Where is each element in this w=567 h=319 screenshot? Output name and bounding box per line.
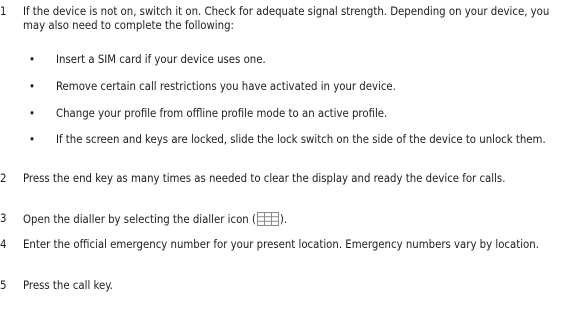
step-text: If the device is not on, switch it on. C… [23, 5, 550, 32]
bullet-dot: • [29, 133, 35, 146]
step-number: 5 [0, 279, 7, 292]
bullet-dot: • [29, 80, 35, 93]
bullet-text: Insert a SIM card if your device uses on… [56, 53, 266, 66]
step-text: Press the call key. [23, 279, 113, 292]
step-text: Enter the official emergency number for … [23, 238, 539, 251]
bullet-text: Change your profile from offline profile… [56, 107, 388, 120]
step-number: 1 [0, 5, 7, 18]
step-text-after-icon: ). [279, 213, 288, 226]
bullet-dot: • [29, 107, 35, 120]
bullet-dot: • [29, 53, 35, 66]
bullet-text: If the screen and keys are locked, slide… [56, 133, 546, 146]
step-number: 3 [0, 212, 7, 225]
step-text-before-icon: Open the dialler by selecting the dialle… [23, 213, 256, 226]
bullet-text: Remove certain call restrictions you hav… [56, 80, 396, 93]
step-text: Open the dialler by selecting the dialle… [23, 212, 563, 227]
step-number: 4 [0, 238, 7, 251]
instruction-list: 1 If the device is not on, switch it on.… [0, 0, 567, 319]
dialler-icon [256, 212, 279, 226]
step-text: Press the end key as many times as neede… [23, 172, 506, 185]
step-number: 2 [0, 172, 7, 185]
